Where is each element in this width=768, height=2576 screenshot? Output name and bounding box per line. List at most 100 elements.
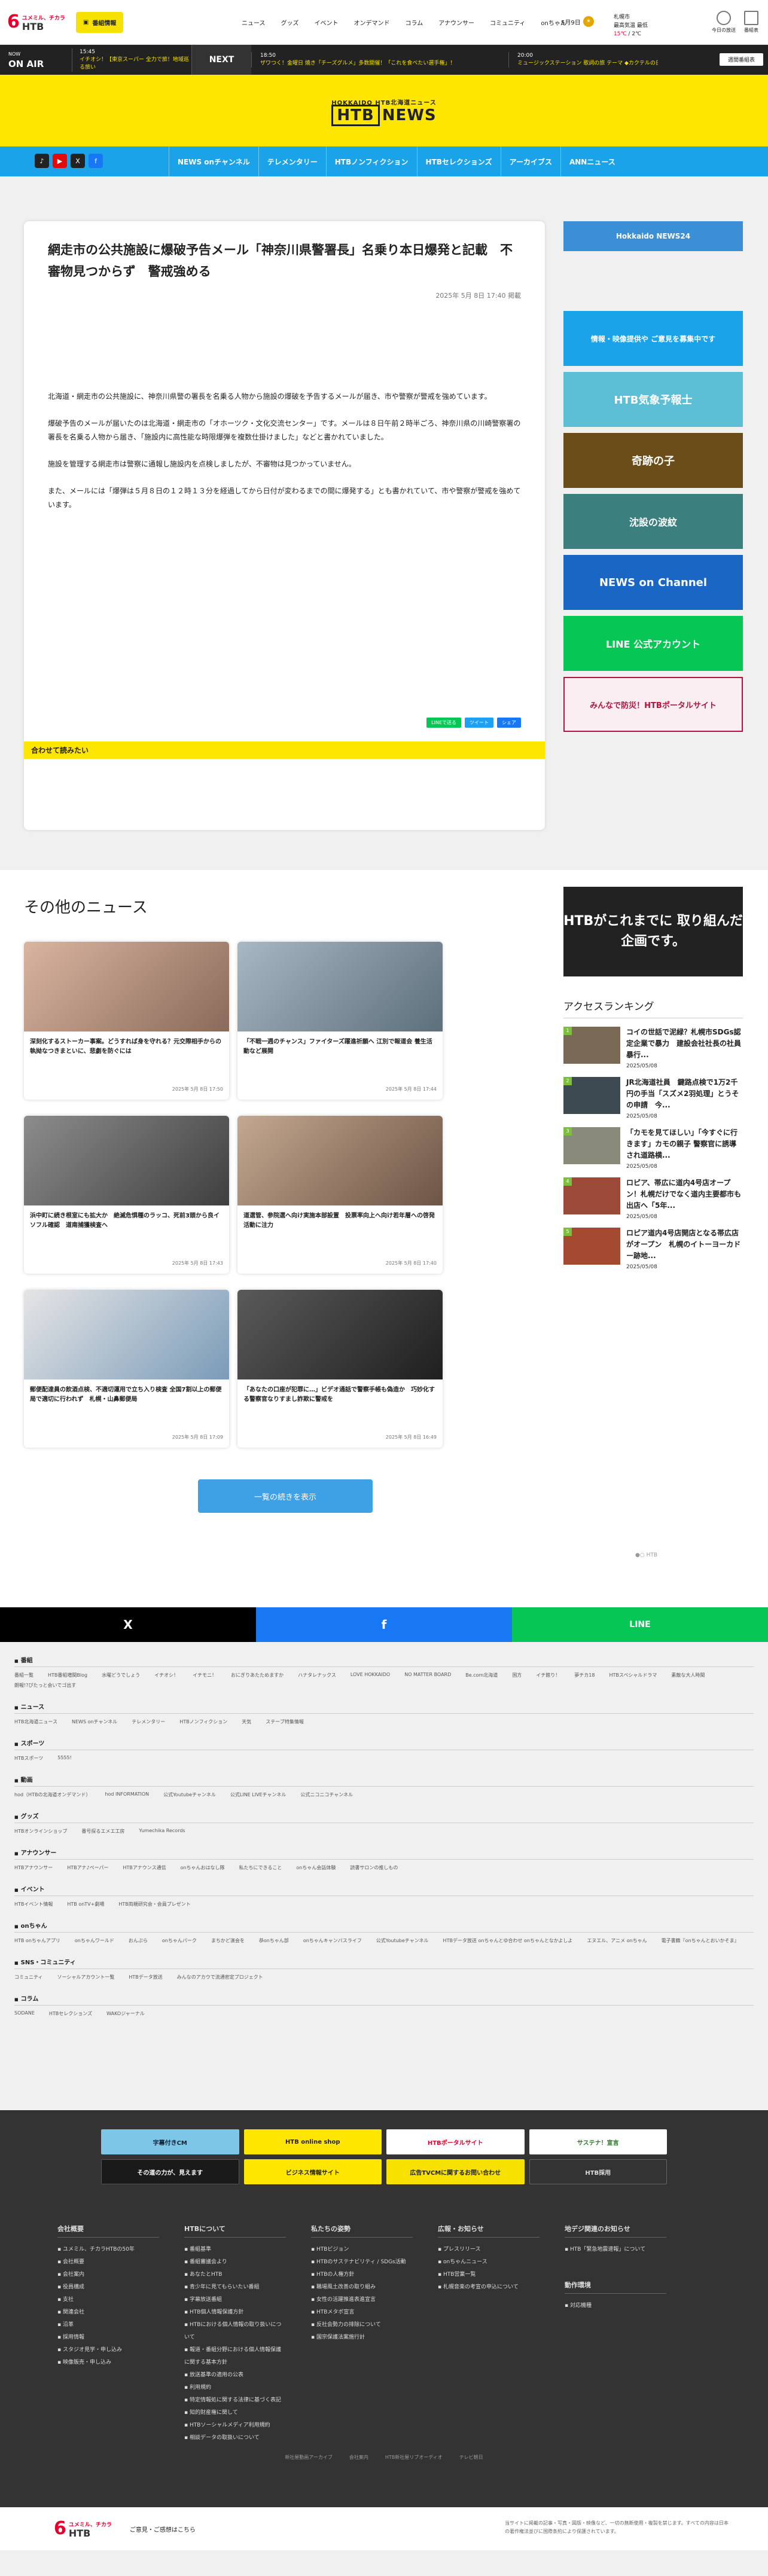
weekly-schedule-button[interactable]: 週間番組表 [719, 53, 763, 66]
nav-archives[interactable]: アーカイブス [500, 146, 560, 176]
footer-link[interactable]: 字幕放送番組 [184, 2294, 286, 2306]
nav-htb-selections[interactable]: HTBセレクションズ [416, 146, 501, 176]
footer-banner[interactable]: ビジネス情報サイト [243, 2159, 382, 2184]
topnav-column[interactable]: コラム [406, 18, 423, 27]
footer-link[interactable]: 放送基準の適用の公表 [184, 2369, 286, 2382]
sitemap-heading[interactable]: スポーツ [14, 1738, 754, 1750]
sitemap-link[interactable]: ハナタレナックス [298, 1672, 336, 1678]
topnav-ondemand[interactable]: オンデマンド [354, 18, 390, 27]
news-card[interactable]: 道選管、参院選へ向け実施本部設置 投票率向上へ向け若年層への啓発活動に注力 202… [237, 1116, 443, 1274]
kiseki-banner[interactable]: 奇跡の子 [563, 433, 743, 488]
sitemap-link[interactable]: HTBノンフィクション [179, 1719, 227, 1725]
sitemap-link[interactable]: 公式Youtubeチャンネル [163, 1791, 216, 1798]
sitemap-link[interactable]: onちゃんおはなし隊 [181, 1864, 225, 1871]
tiktok-icon[interactable]: ♪ [35, 154, 49, 168]
topnav-goods[interactable]: グッズ [281, 18, 299, 27]
sitemap-link[interactable]: イチモニ！ [193, 1672, 217, 1678]
footer-link[interactable]: 支社 [57, 2294, 159, 2306]
sitemap-link[interactable]: HTB番組増間Blog [48, 1672, 87, 1678]
sitemap-heading[interactable]: SNS・コミュニティ [14, 1957, 754, 1969]
sitemap-link[interactable]: 朗報!?ぴたっと会いでゴ出す [14, 1682, 76, 1689]
topnav-community[interactable]: コミュニティ [490, 18, 525, 27]
footer-link[interactable]: HTBのサステナビリティ / SDGs活動 [311, 2256, 413, 2269]
sitemap-heading[interactable]: 番組 [14, 1655, 754, 1667]
timetable-button[interactable]: 番組表 [744, 11, 758, 33]
chinmoku-banner[interactable]: 沈設の波紋 [563, 494, 743, 549]
footer-link[interactable]: 相談データの取扱いについて [184, 2432, 286, 2444]
footer-link[interactable]: onちゃんニュース [438, 2256, 540, 2269]
sitemap-link[interactable]: まちかど演会を [211, 1937, 245, 1944]
sitemap-link[interactable]: HTBアナウンサー [14, 1864, 53, 1871]
nav-telementary[interactable]: テレメンタリー [258, 146, 326, 176]
x-share-icon[interactable]: X [0, 1607, 256, 1642]
nav-htb-nonfiction[interactable]: HTBノンフィクション [325, 146, 417, 176]
youtube-icon[interactable]: ▶ [53, 154, 67, 168]
sitemap-heading[interactable]: ニュース [14, 1702, 754, 1714]
sitemap-link[interactable]: Yumechika Records [139, 1828, 185, 1835]
footer-link[interactable]: 会社案内 [57, 2269, 159, 2281]
sitemap-link[interactable]: HTBデータ放送 onちゃんとゆ合わせ onちゃんとなかよしよ [443, 1937, 573, 1944]
sitemap-link[interactable]: onちゃんパーク [162, 1937, 197, 1944]
sitemap-link[interactable]: 国方 [512, 1672, 522, 1678]
footer-link[interactable]: 会社概要 [57, 2256, 159, 2269]
footer-link[interactable]: 国宗保護法案施行計 [311, 2331, 413, 2344]
footer-banner[interactable]: HTBポータルサイト [386, 2129, 525, 2154]
news-card[interactable]: 「不戦一週のチャンス」ファイターズ躍進祈願へ 江別で報道会 養生活動など展開 20… [237, 942, 443, 1100]
sitemap-link[interactable]: 私たちにできること [239, 1864, 282, 1871]
footer-banner[interactable]: HTB online shop [243, 2129, 382, 2154]
footer-link[interactable]: あなたとHTB [184, 2269, 286, 2281]
ranking-item[interactable]: 3 「カモを見てほしい」「今すぐに行きます」カモの親子 警察官に誘導され道路横..… [563, 1127, 743, 1170]
footer-link[interactable]: HTB営業一覧 [438, 2269, 540, 2281]
ranking-item[interactable]: 2 JR北海道社員 鍵路点検で1万2千円の手当「スズメ2羽処理」とうその申請 今.… [563, 1077, 743, 1119]
sitemap-link[interactable]: おんぷら [129, 1937, 148, 1944]
footer-link[interactable]: プレスリリース [438, 2244, 540, 2256]
footer-link[interactable]: 番組審議会より [184, 2256, 286, 2269]
bousai-banner[interactable]: みんなで防災！HTBポータルサイト [563, 677, 743, 732]
footer-link[interactable]: 関連会社 [57, 2306, 159, 2319]
contact-link[interactable]: ご意見・ご感想はこちら [130, 2525, 196, 2534]
footer-link[interactable]: HTBメタボ宣言 [311, 2306, 413, 2319]
sitemap-link[interactable]: ソーシャルアカウント一覧 [57, 1974, 115, 1980]
topnav-news[interactable]: ニュース [242, 18, 266, 27]
sitemap-link[interactable]: コミュニティ [14, 1974, 43, 1980]
sitemap-link[interactable]: エヌエル、アニメ onちゃん [587, 1937, 647, 1944]
htb-weather-banner[interactable]: HTB気象予報士 [563, 372, 743, 427]
footer-link[interactable]: 特定情報処に関する法律に基づく表記 [184, 2394, 286, 2407]
next-program-1[interactable]: 18:50 ザワつく！金曜日 焼き「チーズグルメ」多数開催！「これを食べたい選手権… [251, 52, 508, 68]
footer-bottom-link[interactable]: テレビ朝日 [459, 2455, 483, 2460]
footer-link[interactable]: 対応機種 [565, 2300, 666, 2312]
sitemap-link[interactable]: HTBセレクションズ [49, 2010, 92, 2017]
footer-link[interactable]: 札幌音楽の考宣の申込について [438, 2281, 540, 2294]
sitemap-link[interactable]: 番号探るエメエ工房 [81, 1828, 124, 1835]
footer-link[interactable]: 役員構成 [57, 2281, 159, 2294]
sitemap-link[interactable]: Be.com北海道 [465, 1672, 498, 1678]
sitemap-link[interactable]: 公式LINE LIVEチャンネル [230, 1791, 287, 1798]
footer-link[interactable]: HTB「緊急地震速報」について [565, 2244, 666, 2256]
hokkaido-news24-banner[interactable]: Hokkaido NEWS24 [563, 221, 743, 251]
footer-banner[interactable]: 字幕付きCM [101, 2129, 239, 2154]
footer-link[interactable]: 利用規約 [184, 2382, 286, 2394]
show-more-button[interactable]: 一覧の続きを表示 [198, 1479, 373, 1513]
footer-link[interactable]: 職場風土改善の取り組み [311, 2281, 413, 2294]
news-on-channel-banner[interactable]: NEWS on Channel [563, 555, 743, 610]
sitemap-link[interactable]: NO MATTER BOARD [404, 1672, 451, 1678]
sitemap-link[interactable]: ステーブ特集情報 [266, 1719, 304, 1725]
sitemap-link[interactable]: 電子書籍『onちゃんとおいかそま』 [662, 1937, 739, 1944]
line-share-icon[interactable]: LINE [512, 1607, 768, 1642]
sitemap-link[interactable]: おにぎりあたためますか [231, 1672, 284, 1678]
sitemap-link[interactable]: onちゃんワールド [75, 1937, 114, 1944]
facebook-share-icon[interactable]: f [256, 1607, 512, 1642]
weather-info[interactable]: 札幌市 最高気温 最低 15℃ / 2℃ [614, 13, 648, 38]
footer-banner[interactable]: 広告TVCMに関するお問い合わせ [386, 2159, 525, 2184]
sitemap-link[interactable]: HTB両親研究会・会員プレゼント [118, 1901, 190, 1907]
footer-link[interactable]: 知的財産権に関して [184, 2407, 286, 2419]
sitemap-link[interactable]: 公式Youtubeチャンネル [376, 1937, 429, 1944]
nav-news-on-channel[interactable]: NEWS onチャンネル [169, 146, 258, 176]
tweet-button[interactable]: ツイート [465, 718, 493, 728]
footer-link[interactable]: 沿革 [57, 2319, 159, 2331]
footer-link[interactable]: HTBビジョン [311, 2244, 413, 2256]
sitemap-link[interactable]: イチ館り！ [536, 1672, 560, 1678]
sitemap-link[interactable]: 読書サロンの推しもの [350, 1864, 398, 1871]
sitemap-link[interactable]: HTBアナ♪ペーパー [67, 1864, 108, 1871]
sitemap-link[interactable]: 水曜どうでしょう [102, 1672, 140, 1678]
